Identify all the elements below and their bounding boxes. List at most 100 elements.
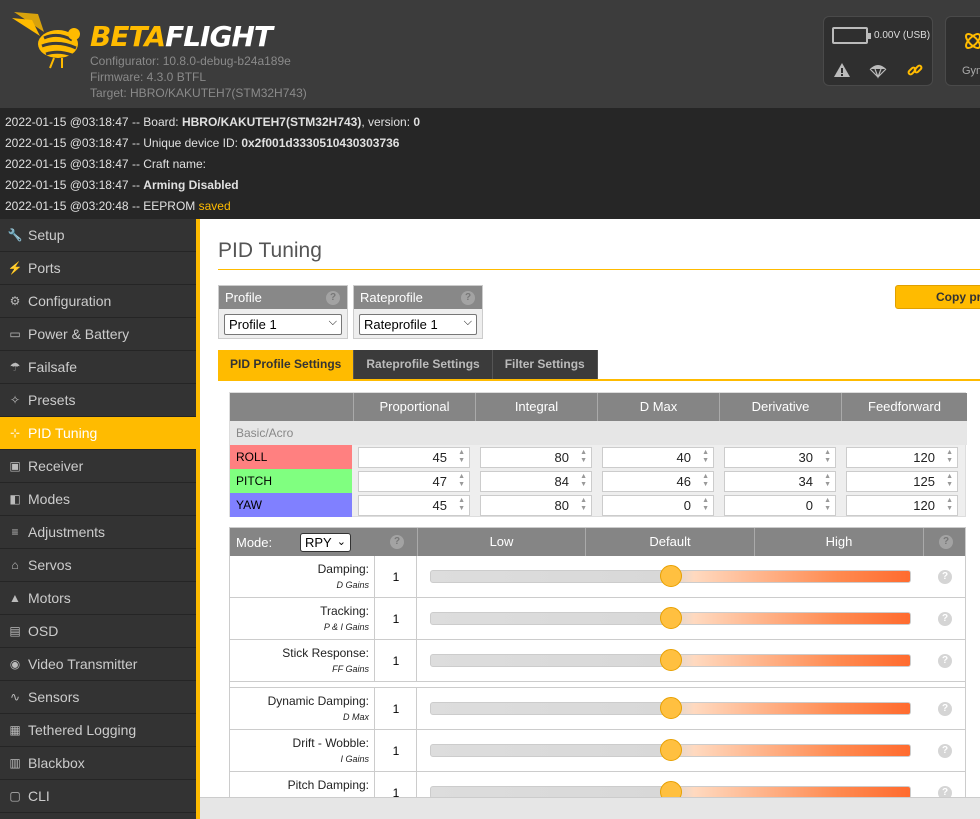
sidebar-item-label: Configuration xyxy=(28,293,112,309)
pid-value-input[interactable]: 30 ▲ ▼ xyxy=(724,447,836,468)
slider-thumb[interactable] xyxy=(659,607,682,629)
sidebar-item-label: Servos xyxy=(28,557,72,573)
slider-thumb[interactable] xyxy=(659,697,682,719)
help-icon[interactable]: ? xyxy=(938,612,952,626)
motor-icon: ▲ xyxy=(9,591,21,605)
pid-value-input[interactable]: 80 ▲ ▼ xyxy=(480,447,592,468)
stepper-icon[interactable]: ▲ ▼ xyxy=(702,497,709,513)
rateprofile-select[interactable]: Rateprofile 1 ⌵ xyxy=(359,314,477,335)
pid-value-input[interactable]: 34 ▲ ▼ xyxy=(724,471,836,492)
tab-rateprofile-settings[interactable]: Rateprofile Settings xyxy=(354,350,493,379)
slider-name: Pitch Damping: xyxy=(287,778,369,792)
firmware-version: Firmware: 4.3.0 BTFL xyxy=(90,70,207,84)
help-icon[interactable]: ? xyxy=(939,535,953,549)
pid-icon: ⊹ xyxy=(9,426,21,440)
pid-column-header: Proportional xyxy=(353,393,475,421)
pid-value-input[interactable]: 0 ▲ ▼ xyxy=(724,495,836,516)
stepper-icon[interactable]: ▲ ▼ xyxy=(580,449,587,465)
pid-value-input[interactable]: 80 ▲ ▼ xyxy=(480,495,592,516)
default-header: Default xyxy=(585,528,754,556)
configurator-version: Configurator: 10.8.0-debug-b24a189e xyxy=(90,54,291,68)
slider-row: Stick Response: FF Gains 1? xyxy=(230,640,965,682)
pid-value-input[interactable]: 45 ▲ ▼ xyxy=(358,447,470,468)
slider-thumb[interactable] xyxy=(659,739,682,761)
stepper-icon[interactable]: ▲ ▼ xyxy=(824,449,831,465)
sidebar-item-tethered-logging[interactable]: ▦ Tethered Logging xyxy=(0,714,196,747)
stepper-icon[interactable]: ▲ ▼ xyxy=(458,449,465,465)
sidebar-item-osd[interactable]: ▤ OSD xyxy=(0,615,196,648)
sidebar-item-receiver[interactable]: ▣ Receiver xyxy=(0,450,196,483)
pid-value-input[interactable]: 47 ▲ ▼ xyxy=(358,471,470,492)
pid-value-input[interactable]: 120 ▲ ▼ xyxy=(846,495,958,516)
pid-value-input[interactable]: 120 ▲ ▼ xyxy=(846,447,958,468)
sidebar-item-setup[interactable]: 🔧 Setup xyxy=(0,219,196,252)
tab-filter-settings[interactable]: Filter Settings xyxy=(492,350,598,379)
sidebar-nav: 🔧 Setup ⚡ Ports ⚙ Configuration ▭ Power & Batte… xyxy=(0,219,196,819)
stepper-icon[interactable]: ▲ ▼ xyxy=(946,497,953,513)
help-icon[interactable]: ? xyxy=(461,291,475,305)
link-icon[interactable] xyxy=(906,61,924,79)
pid-value-input[interactable]: 46 ▲ ▼ xyxy=(602,471,714,492)
gym-panel[interactable]: Gym xyxy=(945,16,980,86)
slider-name: Dynamic Damping: xyxy=(267,694,369,708)
slider-label: Damping: D Gains xyxy=(230,556,375,598)
help-icon[interactable]: ? xyxy=(938,702,952,716)
stepper-icon[interactable]: ▲ ▼ xyxy=(702,473,709,489)
sidebar-item-label: PID Tuning xyxy=(28,425,98,441)
sidebar-item-power-battery[interactable]: ▭ Power & Battery xyxy=(0,318,196,351)
receiver-icon: ▣ xyxy=(9,459,21,473)
help-icon[interactable]: ? xyxy=(938,570,952,584)
sidebar-item-ports[interactable]: ⚡ Ports xyxy=(0,252,196,285)
help-icon[interactable]: ? xyxy=(938,654,952,668)
slider-value: 1 xyxy=(376,730,417,772)
help-icon[interactable]: ? xyxy=(326,291,340,305)
stepper-icon[interactable]: ▲ ▼ xyxy=(946,473,953,489)
sidebar-item-adjustments[interactable]: ≡ Adjustments xyxy=(0,516,196,549)
sidebar-item-configuration[interactable]: ⚙ Configuration xyxy=(0,285,196,318)
tab-pid-profile-settings[interactable]: PID Profile Settings xyxy=(218,350,355,379)
tab-underline xyxy=(218,379,980,381)
sidebar-item-modes[interactable]: ◧ Modes xyxy=(0,483,196,516)
slider-label: Dynamic Damping: D Max xyxy=(230,688,375,730)
pid-value-input[interactable]: 40 ▲ ▼ xyxy=(602,447,714,468)
pid-value-input[interactable]: 125 ▲ ▼ xyxy=(846,471,958,492)
stepper-icon[interactable]: ▲ ▼ xyxy=(458,497,465,513)
stepper-icon[interactable]: ▲ ▼ xyxy=(458,473,465,489)
slider-label: Tracking: P & I Gains xyxy=(230,598,375,640)
stepper-icon[interactable]: ▲ ▼ xyxy=(702,449,709,465)
chevron-down-icon: ⌵ xyxy=(463,316,472,328)
slider-thumb[interactable] xyxy=(659,649,682,671)
broadcast-icon: ◉ xyxy=(9,657,21,671)
slider-thumb[interactable] xyxy=(659,565,682,587)
sidebar-item-blackbox[interactable]: ▥ Blackbox xyxy=(0,747,196,780)
stepper-icon[interactable]: ▲ ▼ xyxy=(946,449,953,465)
pid-value-input[interactable]: 0 ▲ ▼ xyxy=(602,495,714,516)
sidebar-item-failsafe[interactable]: ☂ Failsafe xyxy=(0,351,196,384)
stepper-icon[interactable]: ▲ ▼ xyxy=(824,473,831,489)
slider-sublabel: FF Gains xyxy=(332,664,369,674)
sidebar-item-presets[interactable]: ✧ Presets xyxy=(0,384,196,417)
help-icon[interactable]: ? xyxy=(938,744,952,758)
slider-label: Drift - Wobble: I Gains xyxy=(230,730,375,772)
sidebar-item-pid-tuning[interactable]: ⊹ PID Tuning xyxy=(0,417,196,450)
gear-icon: ⚙ xyxy=(9,294,21,308)
help-icon[interactable]: ? xyxy=(390,535,404,549)
battery-icon: ▭ xyxy=(9,327,21,341)
mode-select[interactable]: RPY ⌄ xyxy=(300,533,351,552)
sidebar-item-servos[interactable]: ⌂ Servos xyxy=(0,549,196,582)
pid-value-input[interactable]: 84 ▲ ▼ xyxy=(480,471,592,492)
stepper-icon[interactable]: ▲ ▼ xyxy=(580,473,587,489)
stepper-icon[interactable]: ▲ ▼ xyxy=(824,497,831,513)
sidebar-item-sensors[interactable]: ∿ Sensors xyxy=(0,681,196,714)
gym-label: Gym xyxy=(962,65,980,77)
pid-value-input[interactable]: 45 ▲ ▼ xyxy=(358,495,470,516)
pid-header-blank xyxy=(230,393,353,421)
sidebar-item-motors[interactable]: ▲ Motors xyxy=(0,582,196,615)
page-title: PID Tuning xyxy=(218,239,322,262)
log-line: 2022-01-15 @03:18:47 -- Unique device ID… xyxy=(5,136,400,150)
sidebar-item-cli[interactable]: ▢ CLI xyxy=(0,780,196,813)
profile-select[interactable]: Profile 1 ⌵ xyxy=(224,314,342,335)
stepper-icon[interactable]: ▲ ▼ xyxy=(580,497,587,513)
copy-profile-button[interactable]: Copy pr xyxy=(895,285,980,309)
sidebar-item-video-transmitter[interactable]: ◉ Video Transmitter xyxy=(0,648,196,681)
